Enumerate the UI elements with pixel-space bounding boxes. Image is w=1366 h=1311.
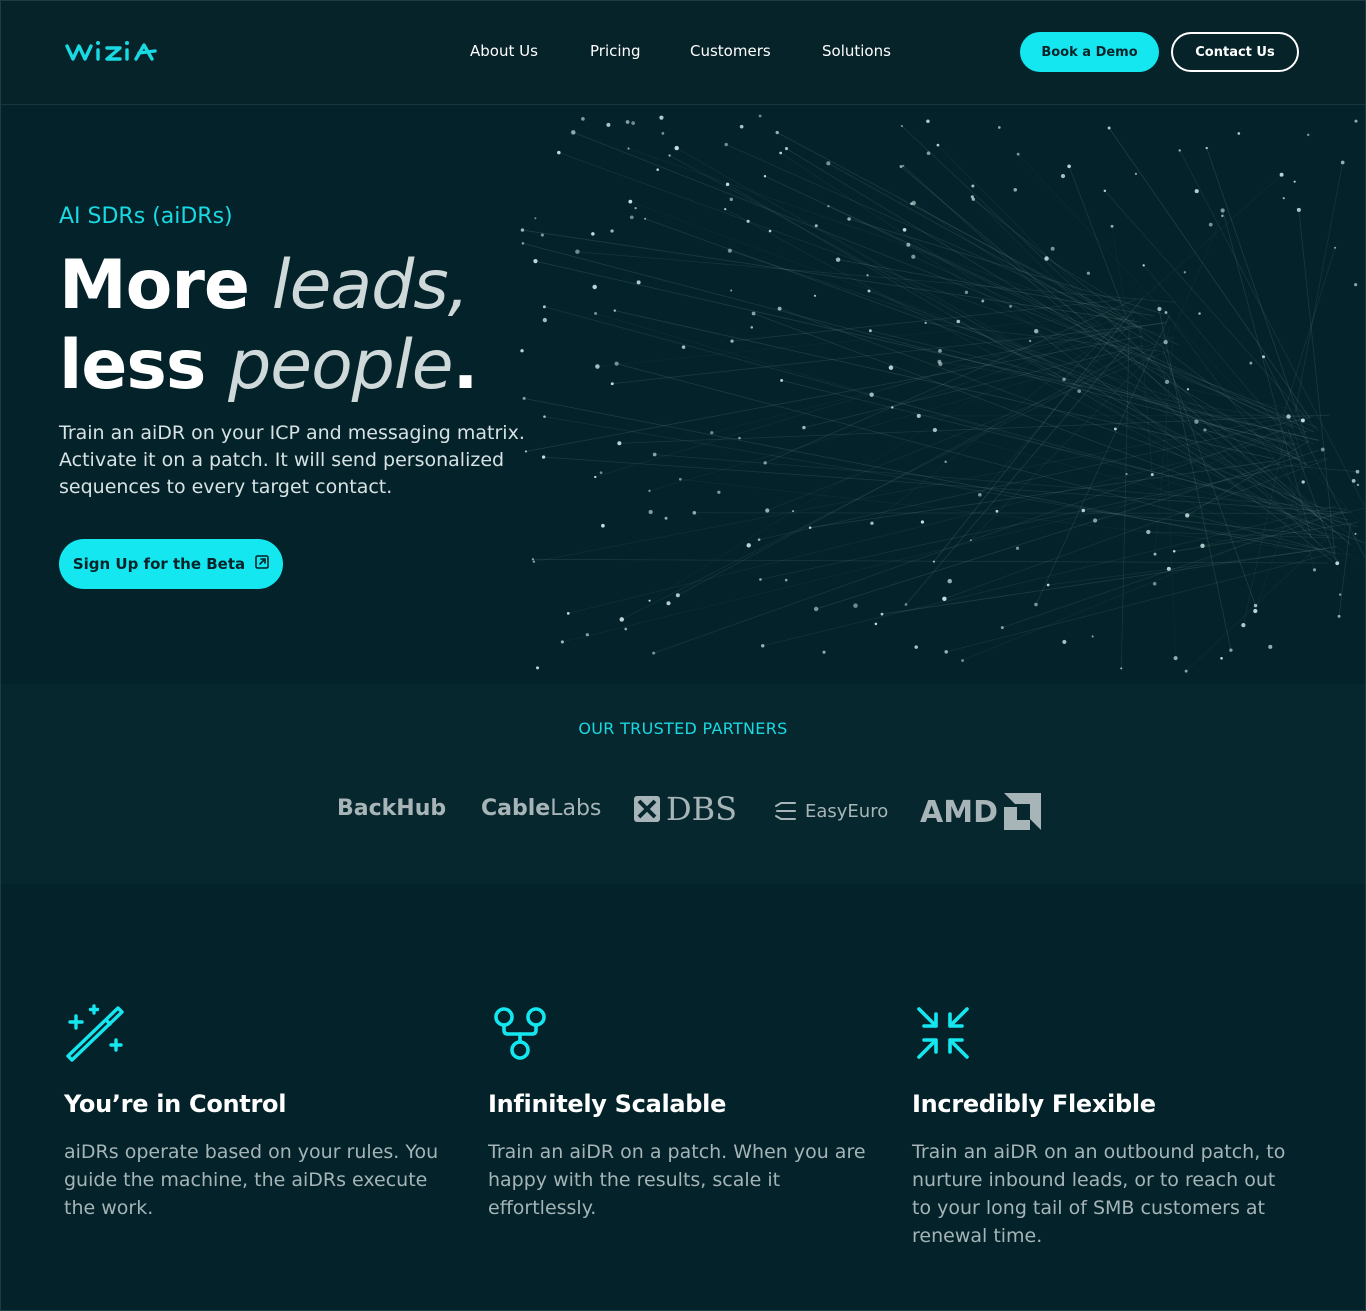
hero-section: AI SDRs (aiDRs) More leads, less people.… xyxy=(0,106,1366,684)
partner-logo-easyeuro: EasyEuro xyxy=(773,800,888,822)
amd-arrow-icon xyxy=(1003,793,1041,830)
partner-logo-amd: AMD xyxy=(920,792,1042,832)
book-demo-button[interactable]: Book a Demo xyxy=(1020,32,1159,72)
wizia-logo[interactable] xyxy=(64,36,160,66)
contact-us-button[interactable]: Contact Us xyxy=(1171,32,1299,72)
feature-title-scalable: Infinitely Scalable xyxy=(488,1090,727,1118)
hero-eyebrow: AI SDRs (aiDRs) xyxy=(59,204,233,229)
nav-link-pricing[interactable]: Pricing xyxy=(590,42,641,60)
headline-period: . xyxy=(452,326,479,405)
partners-title: OUR TRUSTED PARTNERS xyxy=(578,719,788,738)
feature-title-flexible: Incredibly Flexible xyxy=(912,1090,1156,1118)
cablelabs-cable: Cable xyxy=(481,796,551,821)
dbs-star-icon xyxy=(634,796,660,822)
partner-logo-backhub: BackHub xyxy=(337,796,447,821)
partner-logo-dbs: DBS xyxy=(632,790,737,828)
nav-link-solutions[interactable]: Solutions xyxy=(822,42,891,60)
hero-description: Train an aiDR on your ICP and messaging … xyxy=(59,422,525,498)
magic-wand-icon xyxy=(64,1004,444,1064)
hero-headline: More leads, less people. xyxy=(59,246,679,406)
external-link-icon xyxy=(255,555,269,573)
feature-title-control: You’re in Control xyxy=(64,1090,287,1118)
headline-word-less: less xyxy=(59,326,206,405)
feature-card-flexible: Incredibly Flexible Train an aiDR on an … xyxy=(912,1004,1292,1247)
feature-card-scalable: Infinitely Scalable Train an aiDR on a p… xyxy=(488,1004,868,1219)
feature-text-scalable: Train an aiDR on a patch. When you are h… xyxy=(488,1141,866,1219)
nav-link-about-us[interactable]: About Us xyxy=(470,42,538,60)
feature-text-flexible: Train an aiDR on an outbound patch, to n… xyxy=(912,1141,1286,1247)
feature-text-control: aiDRs operate based on your rules. You g… xyxy=(64,1141,439,1219)
feature-card-control: You’re in Control aiDRs operate based on… xyxy=(64,1004,444,1219)
headline-word-people: people xyxy=(228,326,453,405)
top-navigation: About Us Pricing Customers Solutions Boo… xyxy=(0,0,1366,105)
dbs-text: DBS xyxy=(666,790,738,828)
trusted-partners-section: OUR TRUSTED PARTNERS BackHub CableLabs D… xyxy=(0,684,1366,884)
easyeuro-text: EasyEuro xyxy=(805,800,889,822)
partner-logo-cablelabs: CableLabs xyxy=(481,796,601,821)
features-section: You’re in Control aiDRs operate based on… xyxy=(0,884,1366,1311)
sign-up-beta-button[interactable]: Sign Up for the Beta xyxy=(59,539,283,589)
sign-up-beta-label: Sign Up for the Beta xyxy=(72,555,246,573)
wizia-logo-mark xyxy=(65,41,157,61)
euro-icon xyxy=(775,802,796,820)
headline-word-leads: leads, xyxy=(271,246,470,325)
nav-link-customers[interactable]: Customers xyxy=(690,42,771,60)
cablelabs-labs: Labs xyxy=(550,796,602,821)
arrows-converge-icon xyxy=(912,1004,1292,1064)
amd-text: AMD xyxy=(920,794,998,830)
git-branch-icon xyxy=(488,1004,868,1064)
headline-word-more: More xyxy=(59,246,250,325)
